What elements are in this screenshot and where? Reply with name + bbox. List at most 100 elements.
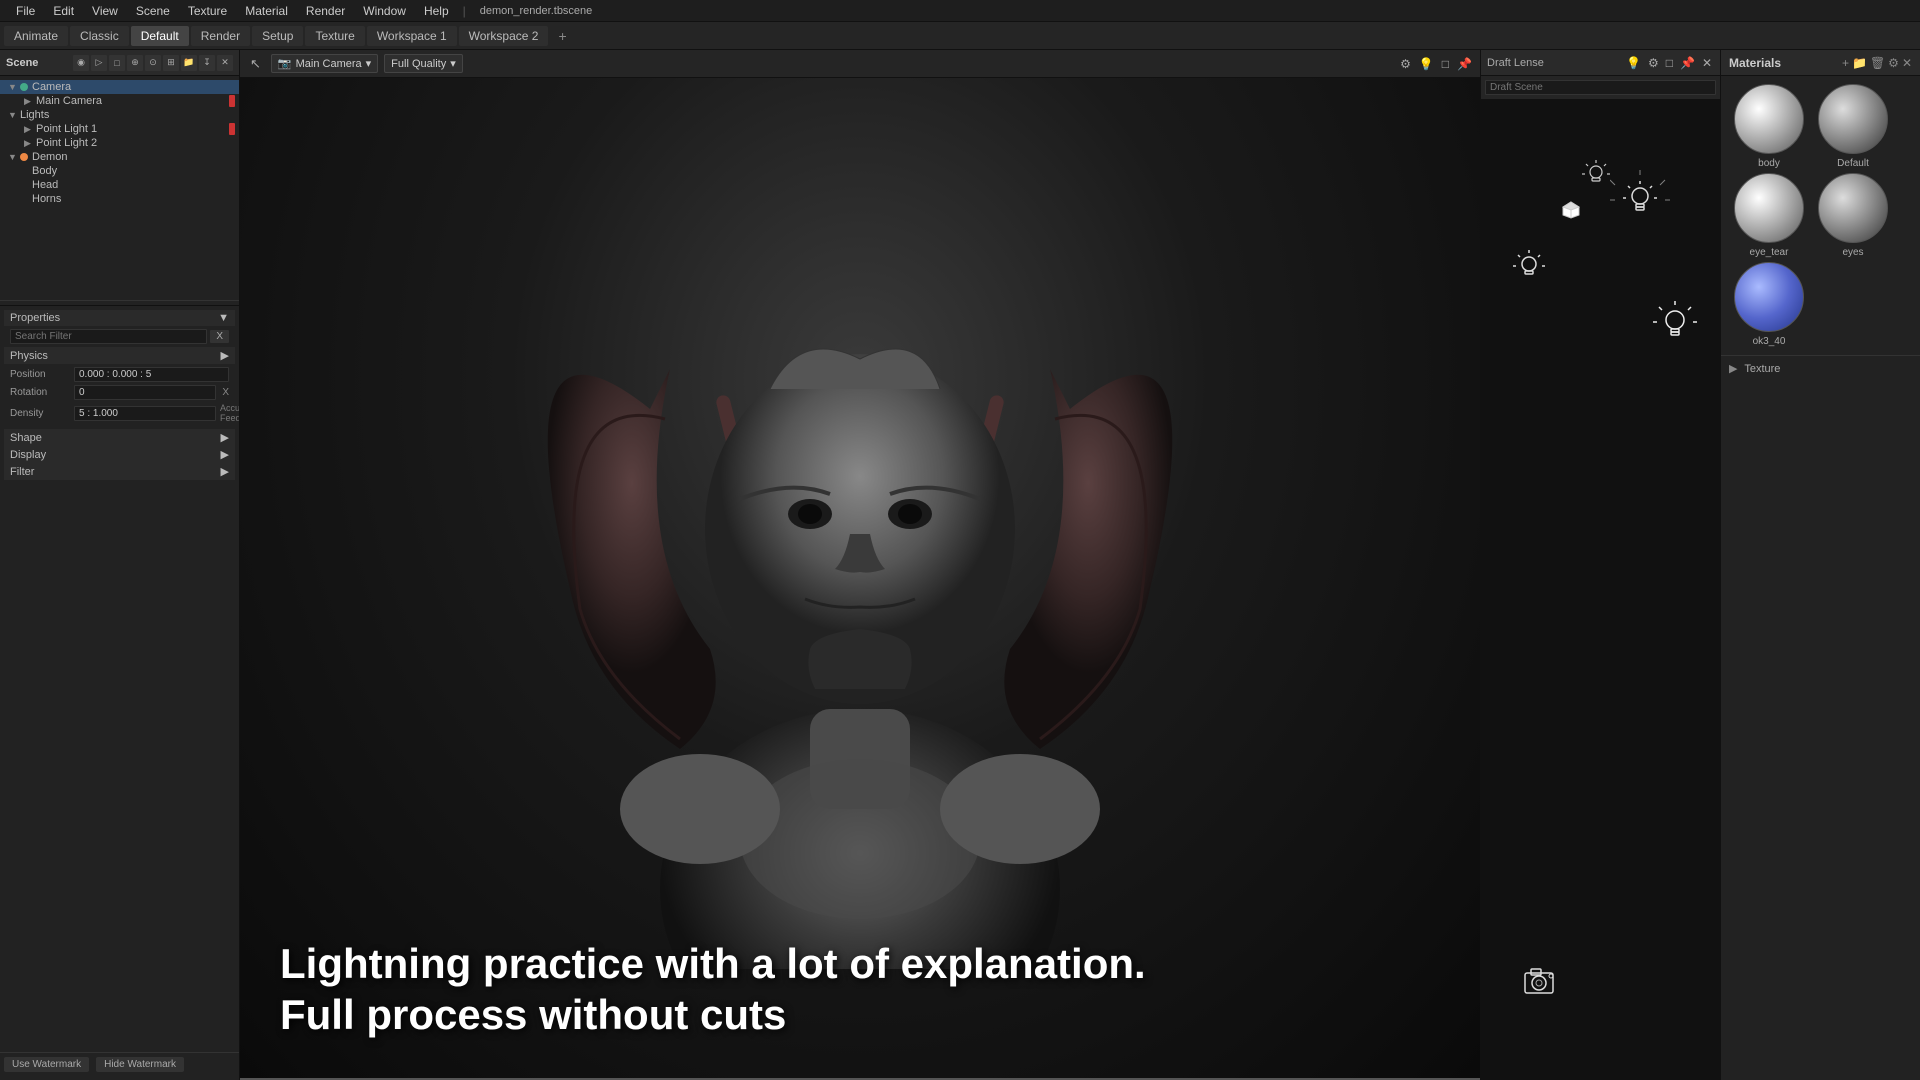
workspace-animate[interactable]: Animate [4,26,68,46]
draft-search[interactable] [1485,80,1716,95]
tree-item-light2[interactable]: ▶ Point Light 2 [0,136,239,150]
mat-item-eye-tear[interactable]: eye_tear [1729,173,1809,258]
draft-settings-btn[interactable]: ⚙ [1646,54,1661,72]
mat-item-body[interactable]: body [1729,84,1809,169]
physics-fields: Position Rotation X Density Accurate Fee… [4,364,235,429]
workspace-setup[interactable]: Setup [252,26,303,46]
tree-item-demon[interactable]: ▼ Demon [0,150,239,164]
draft-maximize-btn[interactable]: □ [1664,54,1675,72]
mat-add-btn[interactable]: + [1842,56,1849,70]
tree-item-horns[interactable]: Horns [0,192,239,206]
draft-scene-view[interactable] [1481,100,1720,1080]
draft-light-4[interactable] [1581,160,1611,193]
draft-light-3-icon [1650,300,1700,350]
vp-settings-btn[interactable]: ⚙ [1398,55,1413,73]
mat-item-ok3[interactable]: ok3_40 [1729,262,1809,347]
tree-item-lights[interactable]: ▼ Lights [0,108,239,122]
display-header[interactable]: Display ▶ [4,446,235,463]
menu-texture[interactable]: Texture [180,2,235,20]
properties-header[interactable]: Properties ▼ [4,310,235,326]
quality-dropdown[interactable]: Full Quality ▾ [384,54,463,73]
workspace-2[interactable]: Workspace 2 [459,26,549,46]
tree-label-camera: Camera [32,81,71,93]
shape-header[interactable]: Shape ▶ [4,429,235,446]
tree-expand-light1: ▶ [24,124,34,135]
mat-close-btn[interactable]: ✕ [1902,56,1912,70]
menu-scene[interactable]: Scene [128,2,178,20]
tree-item-main-camera[interactable]: ▶ Main Camera [0,94,239,108]
scene-tool-1[interactable]: ◉ [73,55,89,71]
camera-dropdown[interactable]: 📷 Main Camera ▾ [271,54,378,73]
viewport-canvas[interactable]: Lightning practice with a lot of explana… [240,78,1480,1080]
workspace-add-button[interactable]: + [550,25,574,47]
scene-tool-3[interactable]: □ [109,55,125,71]
vp-tool-cursor[interactable]: ↖ [246,54,265,74]
draft-light-3[interactable] [1650,300,1700,353]
draft-camera-icon[interactable] [1521,965,1563,1000]
draft-light-2[interactable] [1511,250,1547,289]
properties-title: Properties [10,312,60,324]
mat-folder-btn[interactable]: 📁 [1852,56,1867,70]
demon-figure [240,78,1480,1080]
scene-tool-7[interactable]: 📁 [181,55,197,71]
prop-position-value[interactable] [74,367,229,382]
workspace-1[interactable]: Workspace 1 [367,26,457,46]
draft-close-btn[interactable]: ✕ [1700,54,1714,72]
tree-item-camera-group[interactable]: ▼ Camera [0,80,239,94]
draft-cube-icon [1561,200,1581,220]
menu-help[interactable]: Help [416,2,457,20]
draft-toolbar: 💡 ⚙ □ 📌 ✕ [1624,54,1714,72]
scene-tool-9[interactable]: ✕ [217,55,233,71]
mat-item-default[interactable]: Default [1813,84,1893,169]
draft-camera-svg [1521,965,1563,997]
prop-rotation: Rotation X [10,385,229,400]
vp-pin-btn[interactable]: 📌 [1455,55,1474,73]
draft-light-1[interactable] [1620,180,1660,223]
workspace-texture[interactable]: Texture [305,26,364,46]
prop-density-value[interactable] [74,406,216,421]
scene-tool-6[interactable]: ⊞ [163,55,179,71]
mat-sphere-default [1818,84,1888,154]
draft-pin-btn[interactable]: 📌 [1678,54,1697,72]
menu-window[interactable]: Window [355,2,414,20]
tree-item-light1[interactable]: ▶ Point Light 1 [0,122,239,136]
texture-section: ▶ Texture [1721,355,1920,385]
filter-input[interactable] [10,329,207,344]
scene-tool-4[interactable]: ⊕ [127,55,143,71]
shoulder-left [620,754,780,864]
menu-render[interactable]: Render [298,2,353,20]
scene-tool-2[interactable]: ▷ [91,55,107,71]
menu-view[interactable]: View [84,2,126,20]
mat-item-eyes[interactable]: eyes [1813,173,1893,258]
scene-tool-5[interactable]: ⊙ [145,55,161,71]
mat-settings-btn[interactable]: ⚙ [1888,56,1899,70]
filter-header[interactable]: Filter ▶ [4,463,235,480]
workspace-render[interactable]: Render [191,26,250,46]
subtitle-overlay: Lightning practice with a lot of explana… [280,939,1480,1040]
filter-clear-btn[interactable]: X [210,330,229,343]
mat-delete-btn[interactable]: 🗑 [1870,56,1885,70]
viewport-area: ↖ 📷 Main Camera ▾ Full Quality ▾ ⚙ 💡 □ 📌 [240,50,1480,1080]
tree-expand-camera: ▼ [8,82,18,92]
tree-item-head[interactable]: Head [0,178,239,192]
menu-file[interactable]: File [8,2,43,20]
prop-rotation-value[interactable] [74,385,216,400]
use-watermark-btn[interactable]: Use Watermark [4,1057,89,1072]
scene-tool-8[interactable]: ↧ [199,55,215,71]
workspace-default[interactable]: Default [131,26,189,46]
menu-material[interactable]: Material [237,2,296,20]
physics-header[interactable]: Physics ▶ [4,347,235,364]
materials-panel: Materials + 📁 🗑 ⚙ ✕ body Default [1720,50,1920,1080]
camera-dropdown-label: Main Camera [296,58,362,70]
vp-maximize-btn[interactable]: □ [1440,55,1451,73]
tree-item-body[interactable]: Body [0,164,239,178]
draft-object-cube[interactable] [1561,200,1581,223]
menu-edit[interactable]: Edit [45,2,82,20]
vp-light-btn[interactable]: 💡 [1417,55,1436,73]
draft-light-btn[interactable]: 💡 [1624,54,1643,72]
prop-rotation-btn[interactable]: X [222,387,229,398]
texture-label[interactable]: ▶ Texture [1729,362,1912,375]
workspace-classic[interactable]: Classic [70,26,129,46]
neck-shadow [808,629,911,689]
hide-watermark-btn[interactable]: Hide Watermark [96,1057,184,1072]
